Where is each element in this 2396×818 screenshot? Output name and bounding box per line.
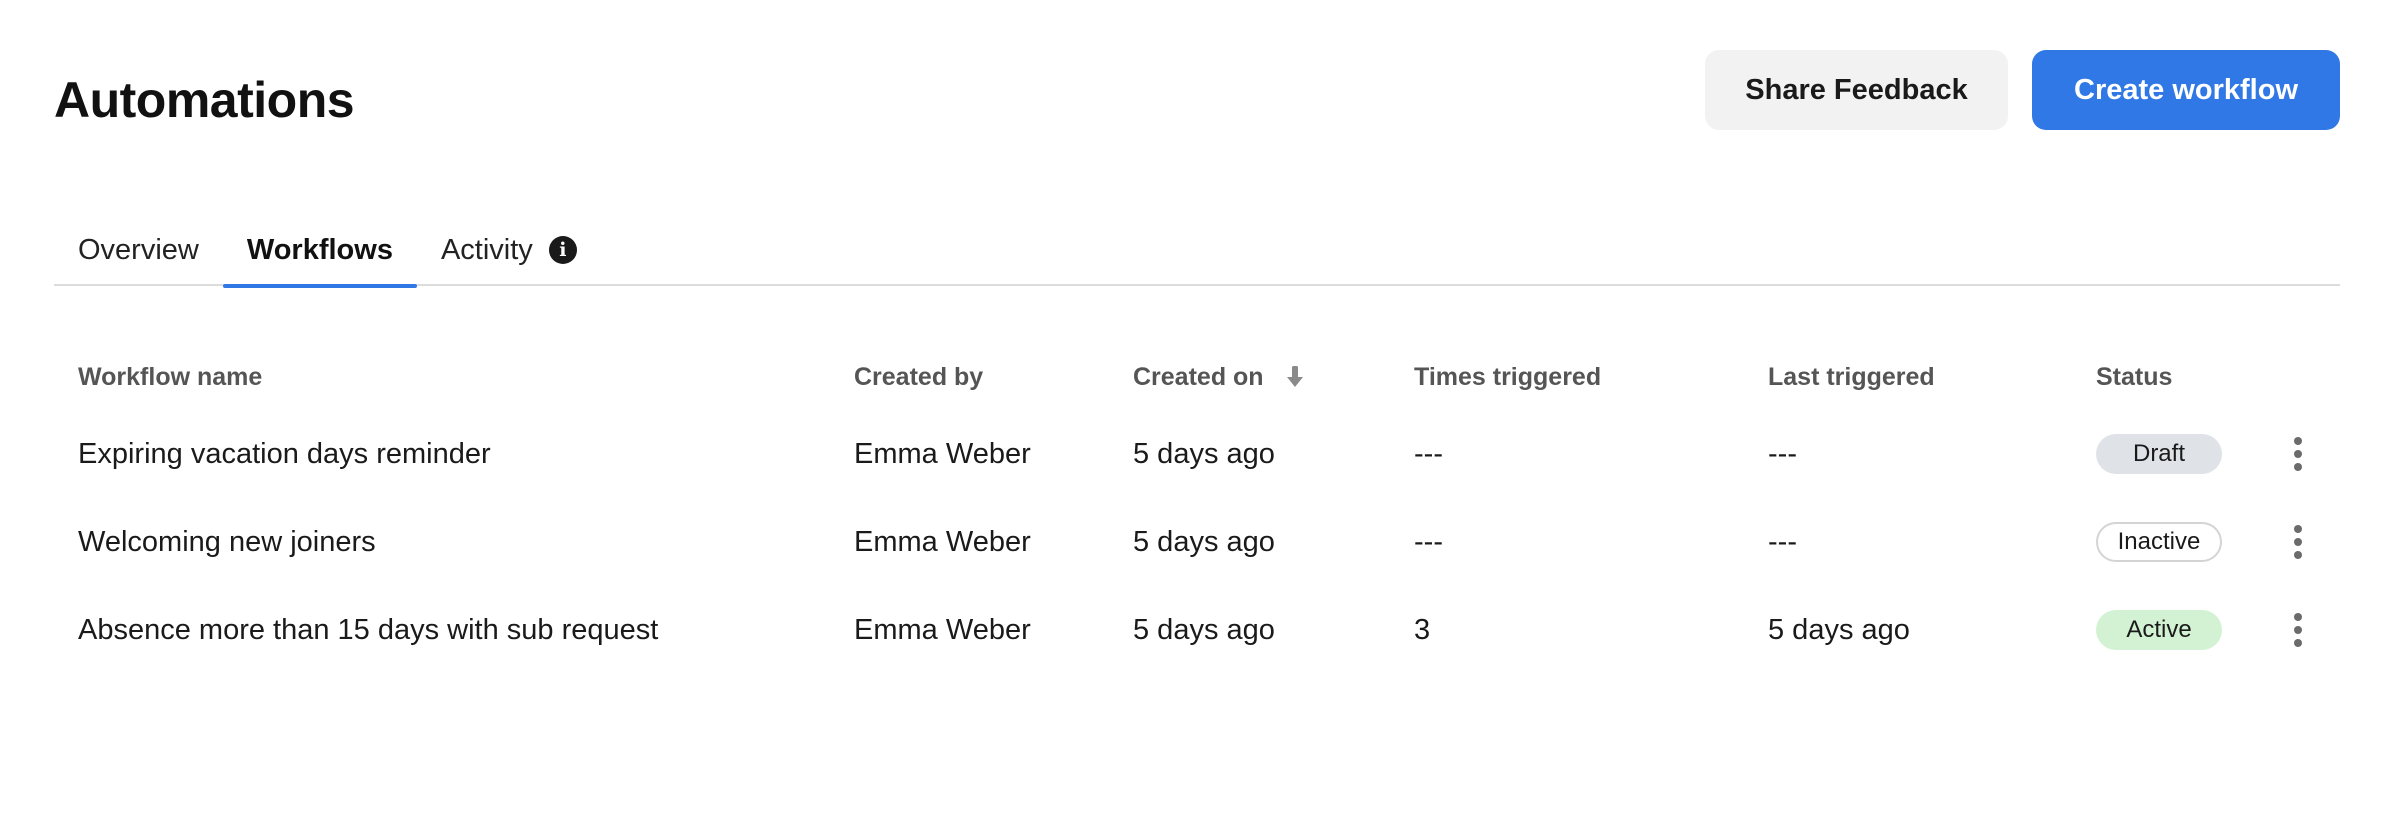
status-badge: Draft xyxy=(2096,434,2222,474)
more-options-icon[interactable] xyxy=(2282,607,2314,653)
table-header: Workflow name Created by Created on Time… xyxy=(54,344,2340,410)
row-actions xyxy=(2278,586,2318,674)
workflow-name[interactable]: Welcoming new joiners xyxy=(78,498,376,586)
status-badge: Inactive xyxy=(2096,522,2222,562)
column-header-status[interactable]: Status xyxy=(2096,344,2172,410)
tab-overview-label: Overview xyxy=(78,233,199,266)
created-on: 5 days ago xyxy=(1133,525,1275,558)
column-header-times-triggered[interactable]: Times triggered xyxy=(1414,344,1601,410)
automations-page: Automations Share Feedback Create workfl… xyxy=(0,0,2396,818)
last-triggered: --- xyxy=(1768,437,1797,470)
status-cell: Inactive xyxy=(2096,498,2222,586)
column-header-last-triggered[interactable]: Last triggered xyxy=(1768,344,1935,410)
more-options-icon[interactable] xyxy=(2282,519,2314,565)
created-by: Emma Weber xyxy=(854,525,1031,558)
table-row[interactable]: Welcoming new joiners Emma Weber 5 days … xyxy=(54,498,2340,586)
tab-workflows-label: Workflows xyxy=(246,233,393,266)
table-row[interactable]: Expiring vacation days reminder Emma Web… xyxy=(54,410,2340,498)
row-actions xyxy=(2278,410,2318,498)
last-triggered: --- xyxy=(1768,525,1797,558)
more-options-icon[interactable] xyxy=(2282,431,2314,477)
tab-workflows[interactable]: Workflows xyxy=(222,214,418,288)
tab-activity-label: Activity xyxy=(440,233,533,266)
tab-overview[interactable]: Overview xyxy=(54,214,223,286)
tab-activity[interactable]: Activity i xyxy=(417,214,601,286)
arrow-down-icon[interactable] xyxy=(1286,365,1304,389)
share-feedback-button[interactable]: Share Feedback xyxy=(1705,50,2008,130)
times-triggered: --- xyxy=(1414,437,1443,470)
column-header-created-on-label: Created on xyxy=(1133,362,1264,391)
workflow-name[interactable]: Absence more than 15 days with sub reque… xyxy=(78,586,658,674)
created-by: Emma Weber xyxy=(854,613,1031,646)
created-by: Emma Weber xyxy=(854,437,1031,470)
page-title: Automations xyxy=(54,72,355,128)
status-cell: Draft xyxy=(2096,410,2222,498)
tab-bar: Overview Workflows Activity i xyxy=(54,214,2340,288)
times-triggered: --- xyxy=(1414,525,1443,558)
created-on: 5 days ago xyxy=(1133,613,1275,646)
column-header-created-by[interactable]: Created by xyxy=(854,344,983,410)
column-header-workflow-name[interactable]: Workflow name xyxy=(78,344,262,410)
status-cell: Active xyxy=(2096,586,2222,674)
created-on: 5 days ago xyxy=(1133,437,1275,470)
column-header-created-on[interactable]: Created on xyxy=(1133,344,1304,410)
create-workflow-button[interactable]: Create workflow xyxy=(2032,50,2340,130)
header-actions: Share Feedback Create workflow xyxy=(1705,50,2340,130)
table-row[interactable]: Absence more than 15 days with sub reque… xyxy=(54,586,2340,674)
times-triggered: 3 xyxy=(1414,613,1431,646)
row-actions xyxy=(2278,498,2318,586)
status-badge: Active xyxy=(2096,610,2222,650)
workflows-table: Workflow name Created by Created on Time… xyxy=(54,344,2340,674)
workflow-name[interactable]: Expiring vacation days reminder xyxy=(78,410,491,498)
info-icon[interactable]: i xyxy=(548,236,577,264)
last-triggered: 5 days ago xyxy=(1768,613,1910,646)
